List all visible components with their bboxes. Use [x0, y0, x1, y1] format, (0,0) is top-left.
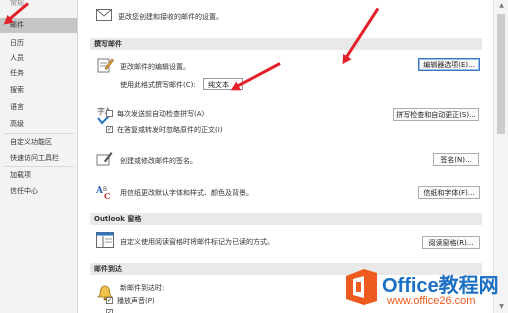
- section-outlook-panes-header: Outlook 窗格: [90, 213, 482, 225]
- editor-options-button[interactable]: 编辑器选项(E)...: [418, 58, 480, 71]
- stationery-description: 用信纸更改默认字体和样式、颜色及背景。: [120, 189, 253, 197]
- watermark-url: www.office26.com: [387, 295, 476, 307]
- spelling-autocorrect-button[interactable]: 拼写检查和自动更正(S)...: [393, 108, 479, 121]
- sidebar-item-add-ins[interactable]: 加载项: [0, 168, 77, 183]
- sidebar-item-people[interactable]: 人员: [0, 51, 77, 66]
- scroll-up-icon[interactable]: ▲: [498, 3, 505, 9]
- office-logo-icon: [344, 268, 378, 306]
- signature-pen-icon: [96, 151, 114, 169]
- play-sound-checkbox[interactable]: ✓: [106, 297, 113, 304]
- sidebar-divider: [4, 133, 74, 134]
- signature-description: 创建或修改邮件的签名。: [120, 157, 197, 165]
- sidebar-item-quick-access-toolbar[interactable]: 快速访问工具栏: [0, 151, 77, 166]
- pencil-paper-icon: [96, 56, 114, 76]
- sidebar-item-customize-ribbon[interactable]: 自定义功能区: [0, 135, 77, 150]
- compose-format-label: 使用此格式撰写邮件(C):: [120, 81, 196, 89]
- spell-check-label: 每次发送前自动检查拼写(A): [117, 110, 205, 118]
- sidebar-item-search[interactable]: 搜索: [0, 83, 77, 98]
- scroll-thumb[interactable]: [497, 14, 505, 134]
- sidebar-item-language[interactable]: 语言: [0, 100, 77, 115]
- reading-pane-description: 自定义使用阅读窗格时将邮件标记为已读的方式。: [120, 238, 274, 246]
- page-description: 更改您创建和接收的邮件的设置。: [118, 13, 223, 21]
- spell-check-checkbox[interactable]: [106, 110, 113, 117]
- edit-settings-description: 更改邮件的编辑设置。: [120, 63, 190, 71]
- reading-pane-icon: [96, 232, 114, 250]
- signatures-button[interactable]: 签名(N)...: [433, 153, 479, 166]
- next-option-checkbox[interactable]: ✓: [106, 309, 113, 313]
- sidebar-item-tasks[interactable]: 任务: [0, 66, 77, 81]
- sidebar-item-advanced[interactable]: 高级: [0, 117, 77, 132]
- ignore-original-label: 在答复或转发时忽略原件的正文(I): [117, 126, 223, 134]
- sidebar-item-calendar[interactable]: 日历: [0, 36, 77, 51]
- sidebar-item-general[interactable]: 常规: [0, 0, 77, 9]
- new-mail-arrives-label: 新邮件到达时:: [120, 284, 165, 292]
- sidebar-divider: [4, 166, 74, 167]
- stationery-fonts-button[interactable]: 信纸和字体(F)...: [418, 186, 480, 199]
- svg-text:B: B: [103, 186, 107, 193]
- sidebar-item-trust-center[interactable]: 信任中心: [0, 184, 77, 199]
- watermark-brand: Office教程网: [382, 275, 499, 297]
- office26-watermark: Office教程网 www.office26.com: [332, 262, 508, 313]
- envelope-icon: [96, 9, 112, 23]
- stationery-fonts-icon: ACB: [95, 183, 115, 203]
- section-compose-header: 撰写邮件: [90, 38, 482, 50]
- reading-pane-button[interactable]: 阅读窗格(R)...: [422, 236, 480, 249]
- ignore-original-checkbox[interactable]: ✓: [106, 126, 113, 133]
- options-sidebar: 常规 邮件 日历 人员 任务 搜索 语言 高级 自定义功能区 快速访问工具栏 加…: [0, 0, 78, 313]
- play-sound-label: 播放声音(P): [117, 297, 155, 305]
